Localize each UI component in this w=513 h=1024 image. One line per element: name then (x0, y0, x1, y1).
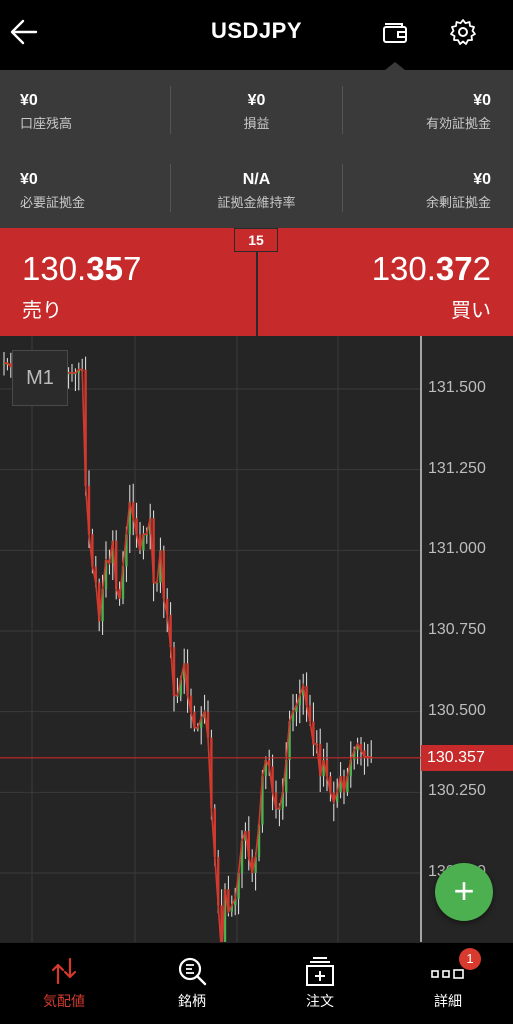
stat-label: 口座残高 (20, 116, 73, 131)
stat-effective-margin: ¥0 有効証拠金 (343, 70, 491, 140)
stat-value: ¥0 (247, 92, 266, 109)
plus-icon: + (453, 870, 475, 911)
search-list-icon (178, 957, 207, 986)
sell-label: 売り (22, 300, 62, 322)
stat-value: ¥0 (473, 92, 491, 109)
nav-label: 気配値 (43, 993, 85, 1009)
stat-label: 必要証拠金 (20, 195, 86, 210)
stat-value: ¥0 (20, 92, 38, 109)
y-axis-tick-label: 130.500 (428, 701, 486, 719)
stat-value: ¥0 (20, 171, 38, 188)
buy-label: 買い (451, 300, 491, 322)
price-panel: 130.357 売り 130.372 買い 15 (0, 228, 513, 336)
nav-label: 注文 (306, 993, 334, 1009)
stat-value: N/A (242, 171, 271, 188)
nav-quotes[interactable]: 気配値 (0, 943, 128, 1024)
spread-badge: 15 (234, 228, 278, 252)
stat-margin-ratio: N/A 証拠金維持率 (171, 149, 342, 219)
buy-button[interactable]: 130.372 買い (258, 228, 513, 336)
wallet-icon[interactable] (380, 17, 410, 47)
notification-badge: 1 (459, 948, 481, 970)
y-axis-tick-label: 131.500 (428, 379, 486, 396)
price-chart[interactable]: M1 131.500 131.250 131.000 130.750 130.500 13… (0, 336, 513, 942)
timeframe-button[interactable]: M1 (12, 350, 68, 406)
page-title: USDJPY (210, 18, 303, 43)
stat-label: 証拠金維持率 (217, 195, 296, 210)
order-icon (306, 957, 334, 986)
candlestick-chart[interactable] (0, 336, 513, 942)
y-axis-tick-label: 131.250 (428, 459, 486, 477)
stat-value: ¥0 (473, 171, 491, 188)
ask-price: 130.372 (371, 250, 491, 287)
gear-icon[interactable] (448, 17, 478, 47)
y-axis-tick-label: 130.750 (428, 621, 486, 638)
sell-button[interactable]: 130.357 売り (0, 228, 256, 336)
stat-free-margin: ¥0 余剰証拠金 (343, 149, 491, 219)
stat-label: 有効証拠金 (425, 116, 491, 131)
quote-arrows-icon (51, 957, 77, 985)
last-price-tag: 130.357 (421, 744, 513, 771)
stat-label: 余剰証拠金 (425, 195, 491, 210)
bid-price: 130.357 (22, 250, 142, 287)
stat-balance: ¥0 口座残高 (20, 70, 170, 140)
stat-label: 損益 (243, 116, 270, 131)
stat-required-margin: ¥0 必要証拠金 (20, 149, 170, 219)
menu-pointer (385, 62, 405, 70)
add-order-button[interactable]: + (435, 863, 493, 921)
nav-details[interactable]: 詳細 (384, 943, 512, 1024)
nav-order[interactable]: 注文 (256, 943, 384, 1024)
account-summary: ¥0 口座残高 ¥0 損益 ¥0 有効証拠金 ¥0 必要証拠金 N/A 証拠金維… (0, 70, 513, 228)
stat-profit-loss: ¥0 損益 (171, 70, 342, 140)
app-header: USDJPY (0, 0, 513, 64)
nav-label: 詳細 (434, 993, 462, 1009)
y-axis-tick-label: 131.000 (428, 540, 486, 558)
nav-label: 銘柄 (178, 993, 206, 1009)
nav-symbols[interactable]: 銘柄 (128, 943, 256, 1024)
bottom-navigation: 気配値 銘柄 注文 詳細 (0, 942, 513, 1024)
y-axis-tick-label: 130.250 (428, 782, 486, 800)
